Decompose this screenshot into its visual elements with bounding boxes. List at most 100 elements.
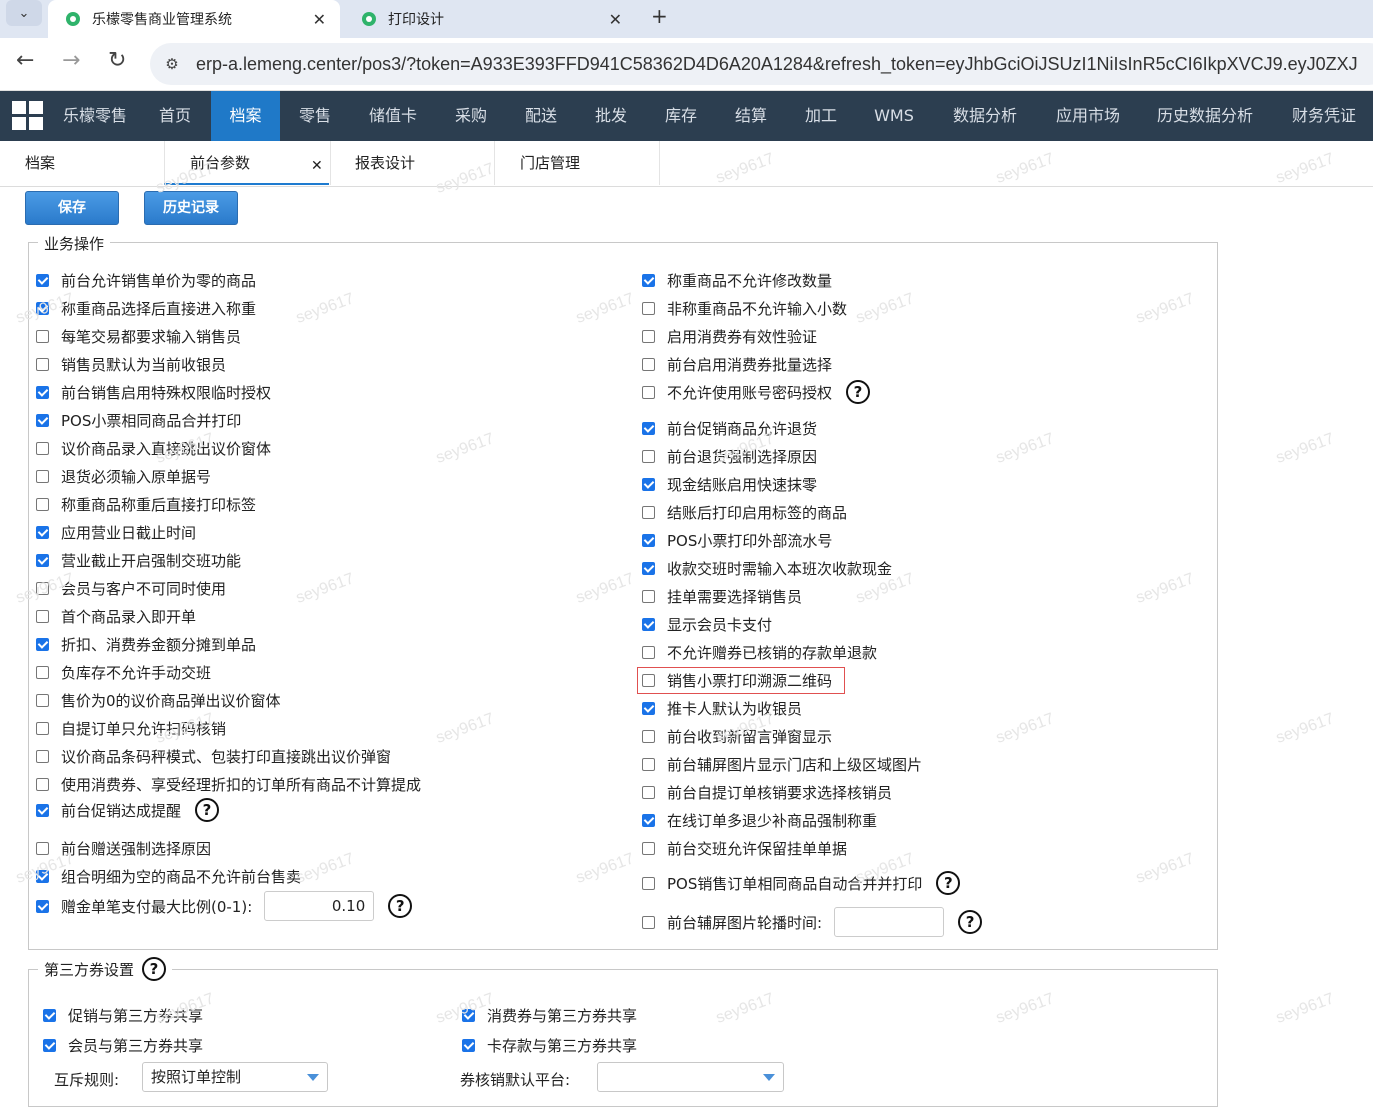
checkbox[interactable]: [36, 609, 49, 623]
new-tab-plus-icon[interactable]: +: [651, 4, 668, 28]
tab-archive[interactable]: 档案: [25, 141, 55, 185]
checkbox[interactable]: [43, 1008, 56, 1022]
history-button[interactable]: 历史记录: [144, 191, 238, 225]
checkbox[interactable]: [642, 785, 655, 799]
checkbox[interactable]: [642, 729, 655, 743]
nav-item-10[interactable]: 加工: [795, 91, 847, 141]
option-row[interactable]: 议价商品录入直接跳出议价窗体: [36, 437, 271, 459]
option-row[interactable]: 非称重商品不允许输入小数: [642, 297, 847, 319]
nav-item-7[interactable]: 批发: [585, 91, 637, 141]
option-row[interactable]: 议价商品条码秤模式、包装打印直接跳出议价弹窗: [36, 745, 391, 767]
checkbox[interactable]: [642, 301, 655, 315]
option-row[interactable]: 前台辅屏图片显示门店和上级区域图片: [642, 753, 922, 775]
option-row[interactable]: 销售小票打印溯源二维码: [642, 669, 832, 691]
nav-item-2[interactable]: 档案: [211, 91, 280, 141]
option-row[interactable]: 每笔交易都要求输入销售员: [36, 325, 241, 347]
save-button[interactable]: 保存: [25, 191, 119, 225]
checkbox[interactable]: [36, 665, 49, 679]
platform-select[interactable]: [597, 1062, 784, 1092]
option-row[interactable]: 销售员默认为当前收银员: [36, 353, 226, 375]
option-row[interactable]: 会员与客户不可同时使用: [36, 577, 226, 599]
option-row[interactable]: 负库存不允许手动交班: [36, 661, 211, 683]
option-row[interactable]: 自提订单只允许扫码核销: [36, 717, 226, 739]
option-row[interactable]: 促销与第三方券共享: [43, 1004, 203, 1026]
option-row[interactable]: POS小票相同商品合并打印: [36, 409, 241, 431]
checkbox[interactable]: [36, 869, 49, 883]
option-row[interactable]: 卡存款与第三方券共享: [462, 1034, 637, 1056]
mutex-rule-select[interactable]: 按照订单控制: [142, 1062, 328, 1092]
checkbox[interactable]: [462, 1008, 475, 1022]
option-row[interactable]: 前台退货强制选择原因: [642, 445, 817, 467]
site-settings-icon[interactable]: ⚙: [162, 54, 182, 74]
browser-tab-print-design[interactable]: 打印设计 ✕: [344, 0, 636, 38]
option-row[interactable]: 赠金单笔支付最大比例(0-1): 0.10?: [36, 891, 413, 921]
checkbox[interactable]: [36, 693, 49, 707]
checkbox[interactable]: [642, 757, 655, 771]
browser-tab-main[interactable]: 乐檬零售商业管理系统 ✕: [48, 0, 340, 38]
nav-item-15[interactable]: 财务凭证: [1280, 91, 1368, 141]
help-icon[interactable]: ?: [142, 957, 167, 981]
close-tab-icon[interactable]: ✕: [313, 10, 326, 29]
option-row[interactable]: 折扣、消费券金额分摊到单品: [36, 633, 256, 655]
checkbox[interactable]: [36, 469, 49, 483]
checkbox[interactable]: [642, 273, 655, 287]
app-grid-icon[interactable]: [12, 101, 44, 131]
option-row[interactable]: 结账后打印启用标签的商品: [642, 501, 847, 523]
nav-item-8[interactable]: 库存: [655, 91, 707, 141]
checkbox[interactable]: [36, 357, 49, 371]
checkbox[interactable]: [642, 421, 655, 435]
checkbox[interactable]: [642, 357, 655, 371]
nav-item-1[interactable]: 首页: [150, 91, 200, 141]
option-row[interactable]: 组合明细为空的商品不允许前台售卖: [36, 865, 301, 887]
help-icon[interactable]: ?: [936, 871, 961, 895]
option-row[interactable]: 不允许使用账号密码授权?: [642, 380, 871, 404]
option-row[interactable]: 会员与第三方券共享: [43, 1034, 203, 1056]
option-row[interactable]: 称重商品选择后直接进入称重: [36, 297, 256, 319]
checkbox[interactable]: [642, 813, 655, 827]
checkbox[interactable]: [36, 525, 49, 539]
option-row[interactable]: 退货必须输入原单据号: [36, 465, 211, 487]
checkbox[interactable]: [642, 701, 655, 715]
option-row[interactable]: 挂单需要选择销售员: [642, 585, 802, 607]
tab-report-design[interactable]: 报表设计: [355, 141, 415, 185]
nav-item-5[interactable]: 采购: [444, 91, 498, 141]
option-row[interactable]: 售价为0的议价商品弹出议价窗体: [36, 689, 281, 711]
value-input[interactable]: [834, 907, 945, 937]
option-row[interactable]: 前台辅屏图片轮播时间:?: [642, 907, 983, 937]
tab-front-params[interactable]: 前台参数: [164, 141, 329, 185]
checkbox[interactable]: [36, 497, 49, 511]
nav-item-9[interactable]: 结算: [725, 91, 777, 141]
checkbox[interactable]: [462, 1038, 475, 1052]
checkbox[interactable]: [36, 721, 49, 735]
checkbox[interactable]: [36, 385, 49, 399]
close-tab-icon[interactable]: ✕: [311, 158, 323, 174]
reload-icon[interactable]: ↻: [108, 50, 126, 72]
option-row[interactable]: 显示会员卡支付: [642, 613, 772, 635]
option-row[interactable]: 启用消费券有效性验证: [642, 325, 817, 347]
option-row[interactable]: 前台赠送强制选择原因: [36, 837, 211, 859]
option-row[interactable]: 前台收到新留言弹窗显示: [642, 725, 832, 747]
help-icon[interactable]: ?: [195, 798, 220, 822]
option-row[interactable]: 前台自提订单核销要求选择核销员: [642, 781, 892, 803]
option-row[interactable]: 收款交班时需输入本班次收款现金: [642, 557, 892, 579]
checkbox[interactable]: [642, 589, 655, 603]
checkbox[interactable]: [36, 749, 49, 763]
nav-item-3[interactable]: 零售: [290, 91, 340, 141]
tab-search-chevron-icon[interactable]: ⌄: [6, 0, 42, 26]
nav-item-0[interactable]: 乐檬零售: [50, 91, 140, 141]
option-row[interactable]: 前台启用消费券批量选择: [642, 353, 832, 375]
option-row[interactable]: 首个商品录入即开单: [36, 605, 196, 627]
option-row[interactable]: 推卡人默认为收银员: [642, 697, 802, 719]
option-row[interactable]: 在线订单多退少补商品强制称重: [642, 809, 877, 831]
checkbox[interactable]: [642, 505, 655, 519]
checkbox[interactable]: [642, 617, 655, 631]
checkbox[interactable]: [642, 477, 655, 491]
help-icon[interactable]: ?: [388, 894, 413, 918]
nav-item-13[interactable]: 应用市场: [1044, 91, 1132, 141]
option-row[interactable]: 消费券与第三方券共享: [462, 1004, 637, 1026]
checkbox[interactable]: [43, 1038, 56, 1052]
checkbox[interactable]: [36, 553, 49, 567]
checkbox[interactable]: [36, 301, 49, 315]
address-url[interactable]: erp-a.lemeng.center/pos3/?token=A933E393…: [196, 54, 1358, 75]
checkbox[interactable]: [642, 645, 655, 659]
